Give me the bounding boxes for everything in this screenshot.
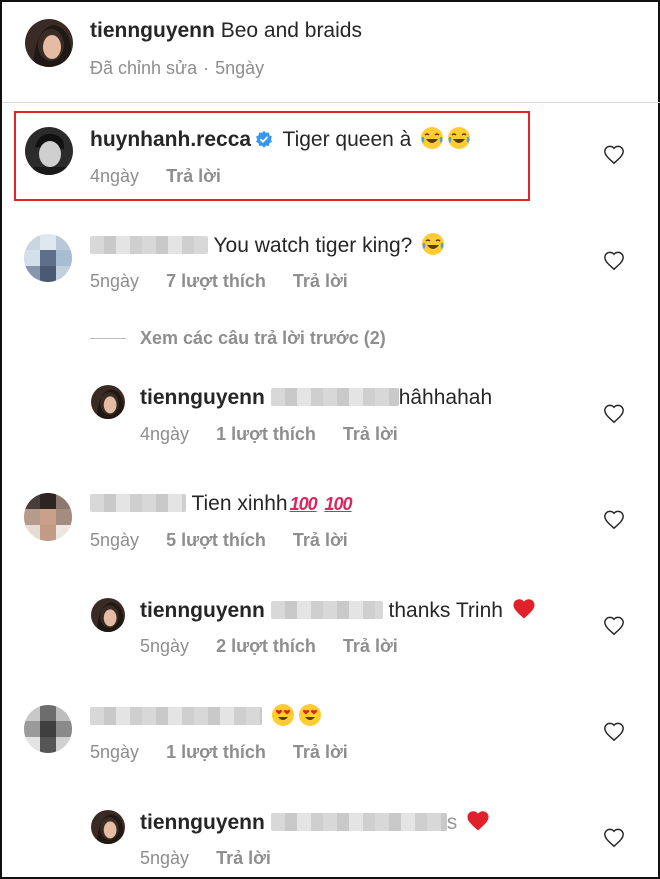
view-previous-replies[interactable]: Xem các câu trả lời trước (2): [90, 328, 386, 349]
reply-button[interactable]: Trả lời: [293, 271, 348, 291]
blurred-username[interactable]: [90, 707, 262, 725]
hundred-icon: 100: [289, 494, 318, 514]
avatar[interactable]: [24, 493, 72, 541]
timestamp[interactable]: 5ngày: [140, 636, 189, 656]
avatar[interactable]: [91, 810, 125, 844]
caption-text: Beo and braids: [220, 19, 362, 42]
timestamp[interactable]: 4ngày: [140, 424, 189, 444]
like-heart-icon[interactable]: [603, 250, 625, 272]
like-heart-icon[interactable]: [603, 403, 625, 425]
comment-meta: 5ngày Trả lời: [140, 847, 293, 869]
timestamp[interactable]: 5ngày: [140, 848, 189, 868]
comment-line: tiennguyenn s: [140, 809, 490, 836]
comment-line: [90, 703, 322, 730]
avatar[interactable]: [25, 127, 73, 175]
comment-text: Tien xinhh: [191, 492, 288, 515]
avatar[interactable]: [24, 234, 72, 282]
likes-count[interactable]: 1 lượt thích: [166, 742, 266, 762]
blurred-mention[interactable]: [270, 813, 447, 831]
heart-eyes-icon: [298, 704, 321, 726]
reply-button[interactable]: Trả lời: [293, 742, 348, 762]
username[interactable]: tiennguyenn: [140, 599, 265, 622]
comment-line: tiennguyenn thanks Trinh: [140, 597, 536, 624]
caption-line: tiennguyenn Beo and braids: [90, 18, 362, 44]
tears-of-joy-icon: [421, 127, 444, 149]
caption-meta: Đã chỉnh sửa · 5ngày: [90, 57, 286, 79]
like-heart-icon[interactable]: [603, 615, 625, 637]
like-heart-icon[interactable]: [603, 827, 625, 849]
timestamp[interactable]: 5ngày: [215, 58, 264, 78]
highlight-box: [14, 111, 530, 201]
reply-button[interactable]: Trả lời: [166, 166, 221, 186]
comment-line: tiennguyenn hâhhahah: [140, 385, 492, 411]
blurred-username[interactable]: [90, 494, 186, 512]
blurred-username[interactable]: [90, 236, 208, 254]
timestamp[interactable]: 5ngày: [90, 742, 139, 762]
reply-button[interactable]: Trả lời: [343, 424, 398, 444]
like-heart-icon[interactable]: [603, 144, 625, 166]
reply-button[interactable]: Trả lời: [216, 848, 271, 868]
red-heart-icon: [467, 811, 489, 831]
likes-count[interactable]: 5 lượt thích: [166, 530, 266, 550]
tears-of-joy-icon: [422, 233, 445, 255]
comment-meta: 4ngày Trả lời: [90, 165, 243, 187]
avatar[interactable]: [25, 19, 73, 67]
timestamp[interactable]: 4ngày: [90, 166, 139, 186]
blurred-mention[interactable]: [270, 388, 399, 406]
tears-of-joy-icon: [448, 127, 471, 149]
hundred-icon: 100: [324, 494, 352, 514]
comment-meta: 5ngày 2 lượt thích Trả lời: [140, 635, 420, 657]
username[interactable]: tiennguyenn: [90, 19, 215, 42]
likes-count[interactable]: 1 lượt thích: [216, 424, 316, 444]
like-heart-icon[interactable]: [603, 721, 625, 743]
likes-count[interactable]: 2 lượt thích: [216, 636, 316, 656]
username[interactable]: tiennguyenn: [140, 811, 265, 834]
like-heart-icon[interactable]: [603, 509, 625, 531]
comment-text: You watch tiger king?: [213, 234, 413, 257]
comment-text: s: [446, 811, 458, 834]
comment-line: You watch tiger king?: [90, 232, 445, 259]
avatar[interactable]: [24, 705, 72, 753]
username[interactable]: huynhanh.recca: [90, 128, 251, 151]
divider: [2, 102, 660, 103]
avatar[interactable]: [91, 598, 125, 632]
comment-line: huynhanh.recca Tiger queen à: [90, 126, 471, 153]
timestamp[interactable]: 5ngày: [90, 530, 139, 550]
comment-meta: 5ngày 5 lượt thích Trả lời: [90, 529, 370, 551]
meta-separator: ·: [203, 58, 210, 78]
likes-count[interactable]: 7 lượt thích: [166, 271, 266, 291]
heart-eyes-icon: [271, 704, 294, 726]
timestamp[interactable]: 5ngày: [90, 271, 139, 291]
comment-meta: 5ngày 1 lượt thích Trả lời: [90, 741, 370, 763]
divider: [90, 338, 126, 339]
comment-line: Tien xinhh 100 100: [90, 491, 353, 517]
comment-text: hâhhahah: [398, 386, 493, 409]
view-previous-label[interactable]: Xem các câu trả lời trước (2): [140, 328, 386, 348]
comment-text: Tiger queen à: [282, 128, 412, 151]
edited-label: Đã chỉnh sửa: [90, 58, 198, 78]
comment-meta: 5ngày 7 lượt thích Trả lời: [90, 270, 370, 292]
username[interactable]: tiennguyenn: [140, 386, 265, 409]
verified-badge-icon: [256, 130, 272, 148]
blurred-mention[interactable]: [270, 601, 383, 619]
avatar[interactable]: [91, 385, 125, 419]
comment-meta: 4ngày 1 lượt thích Trả lời: [140, 423, 420, 445]
reply-button[interactable]: Trả lời: [293, 530, 348, 550]
reply-button[interactable]: Trả lời: [343, 636, 398, 656]
red-heart-icon: [513, 599, 535, 619]
comment-text: thanks Trinh: [388, 599, 503, 622]
